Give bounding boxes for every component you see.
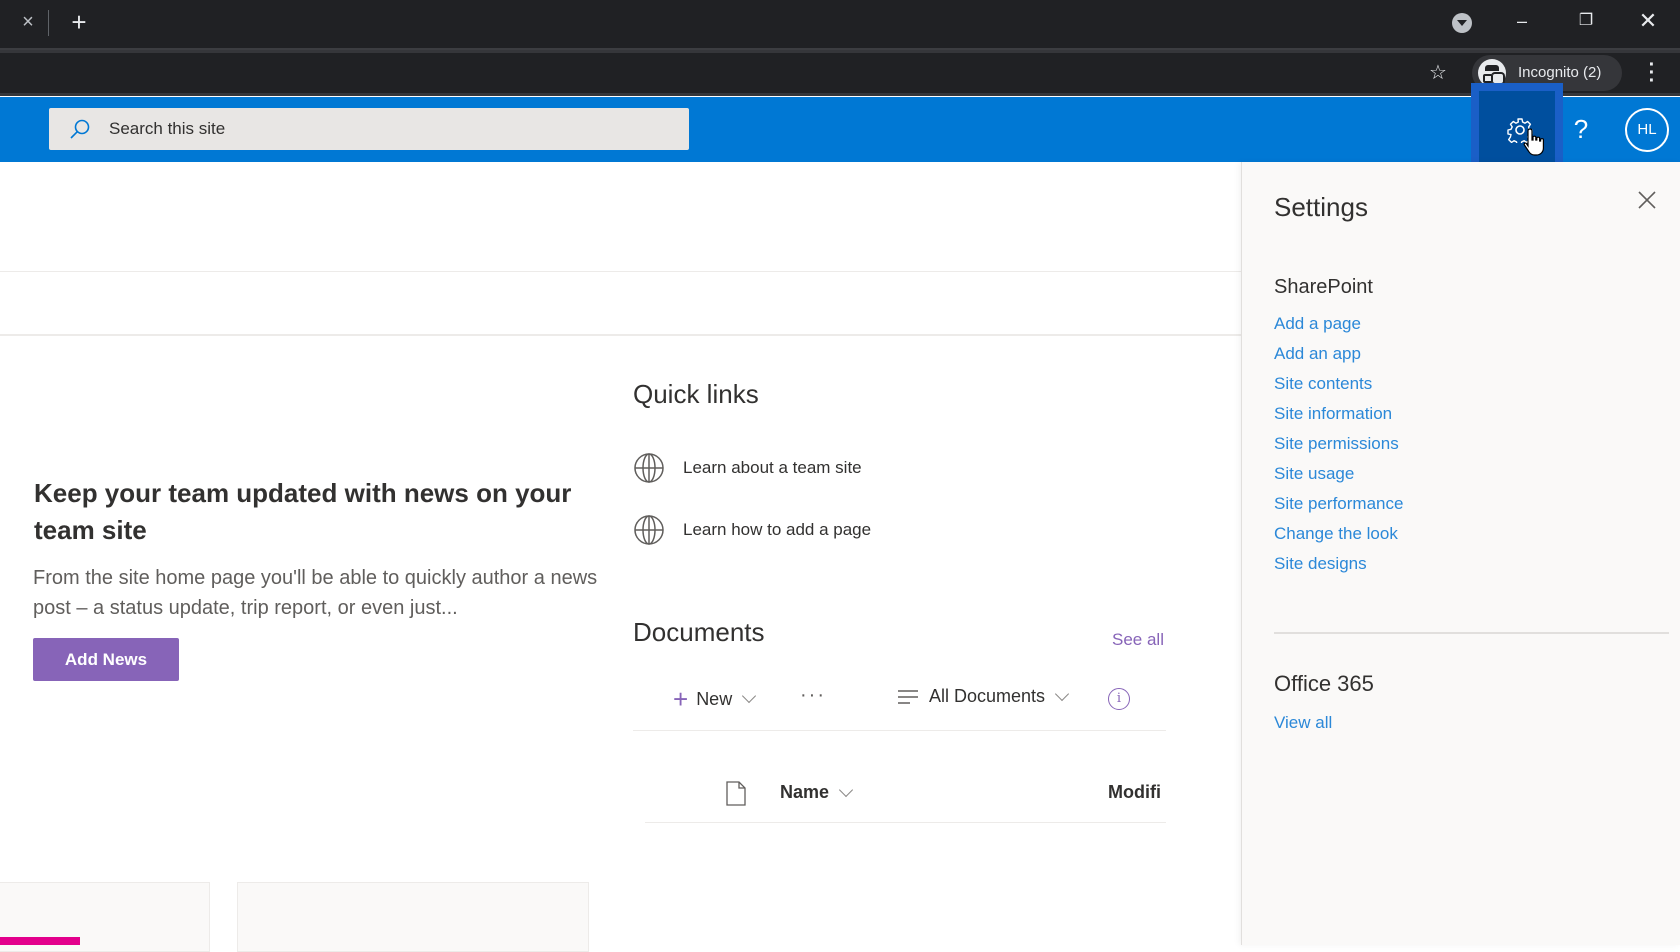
divider [1274, 632, 1669, 634]
suite-bar: Search this site ? HL [0, 83, 1680, 177]
name-column-label: Name [780, 782, 830, 802]
browser-tab-strip: × + – ❐ ✕ [0, 0, 1680, 48]
news-description: From the site home page you'll be able t… [33, 567, 598, 619]
globe-icon [634, 515, 664, 545]
settings-link-site-permissions[interactable]: Site permissions [1274, 429, 1403, 459]
news-placeholder-card [237, 882, 589, 952]
documents-title: Documents [633, 617, 765, 647]
settings-panel: Settings SharePoint Add a page Add an ap… [1241, 162, 1680, 945]
close-tab-icon[interactable]: × [16, 10, 40, 34]
incognito-label: Incognito (2) [1518, 64, 1602, 81]
chevron-down-icon [742, 688, 757, 704]
restore-button[interactable]: ❐ [1566, 4, 1606, 38]
plus-icon: + [673, 684, 689, 714]
hand-cursor-icon [1523, 128, 1544, 156]
browser-toolbar: ☆ Incognito (2) · · · [0, 48, 1680, 96]
settings-link-add-page[interactable]: Add a page [1274, 309, 1403, 339]
quick-link-label: Learn about a team site [683, 458, 862, 477]
close-icon[interactable] [1635, 188, 1659, 212]
divider [633, 730, 1166, 731]
view-lines-icon [898, 689, 918, 704]
office365-heading: Office 365 [1274, 671, 1374, 696]
settings-link-site-designs[interactable]: Site designs [1274, 549, 1403, 579]
file-type-icon [726, 781, 746, 806]
search-placeholder: Search this site [109, 119, 226, 138]
avatar[interactable]: HL [1625, 108, 1669, 152]
settings-link-site-usage[interactable]: Site usage [1274, 459, 1403, 489]
new-button[interactable]: + New [673, 684, 757, 714]
settings-title: Settings [1274, 192, 1368, 222]
news-title: Keep your team updated with news on your… [34, 478, 572, 545]
quick-links-title: Quick links [633, 379, 759, 409]
settings-link-site-information[interactable]: Site information [1274, 399, 1403, 429]
divider [645, 822, 1166, 823]
info-icon[interactable]: i [1108, 688, 1130, 710]
tab-search-icon[interactable] [1452, 13, 1472, 33]
view-all-link[interactable]: View all [1274, 713, 1332, 733]
add-news-button[interactable]: Add News [33, 638, 179, 681]
chevron-down-icon [838, 782, 854, 797]
accent-bar [0, 937, 80, 945]
chevron-down-icon [1054, 686, 1070, 701]
settings-link-add-app[interactable]: Add an app [1274, 339, 1403, 369]
tab-separator [48, 10, 49, 36]
quick-link-item[interactable]: Learn how to add a page [633, 513, 871, 547]
new-label: New [696, 688, 733, 709]
help-icon[interactable]: ? [1568, 111, 1594, 147]
settings-link-change-look[interactable]: Change the look [1274, 519, 1403, 549]
divider [0, 334, 1241, 336]
view-label: All Documents [929, 686, 1046, 706]
settings-link-site-contents[interactable]: Site contents [1274, 369, 1403, 399]
settings-link-site-performance[interactable]: Site performance [1274, 489, 1403, 519]
window-close-button[interactable]: ✕ [1628, 4, 1668, 38]
browser-menu-icon[interactable]: · · · [1646, 55, 1658, 91]
divider [0, 271, 1241, 272]
bookmark-star-icon[interactable]: ☆ [1426, 61, 1450, 85]
more-options-button[interactable]: ··· [800, 684, 826, 707]
new-tab-button[interactable]: + [65, 8, 93, 36]
sharepoint-links: Add a page Add an app Site contents Site… [1274, 309, 1403, 579]
view-selector[interactable]: All Documents [897, 686, 1070, 707]
search-input[interactable]: Search this site [49, 108, 689, 150]
quick-link-label: Learn how to add a page [683, 520, 872, 539]
modified-column-header[interactable]: Modifi [1108, 782, 1161, 803]
see-all-link[interactable]: See all [1112, 630, 1164, 650]
globe-icon [634, 453, 664, 483]
address-bar-area: ☆ Incognito (2) · · · [0, 53, 1680, 93]
minimize-button[interactable]: – [1502, 4, 1542, 38]
quick-link-item[interactable]: Learn about a team site [633, 451, 862, 485]
main-content: Keep your team updated with news on your… [0, 162, 1241, 952]
name-column-header[interactable]: Name [780, 782, 854, 803]
sharepoint-heading: SharePoint [1274, 276, 1373, 298]
search-icon [70, 119, 90, 139]
